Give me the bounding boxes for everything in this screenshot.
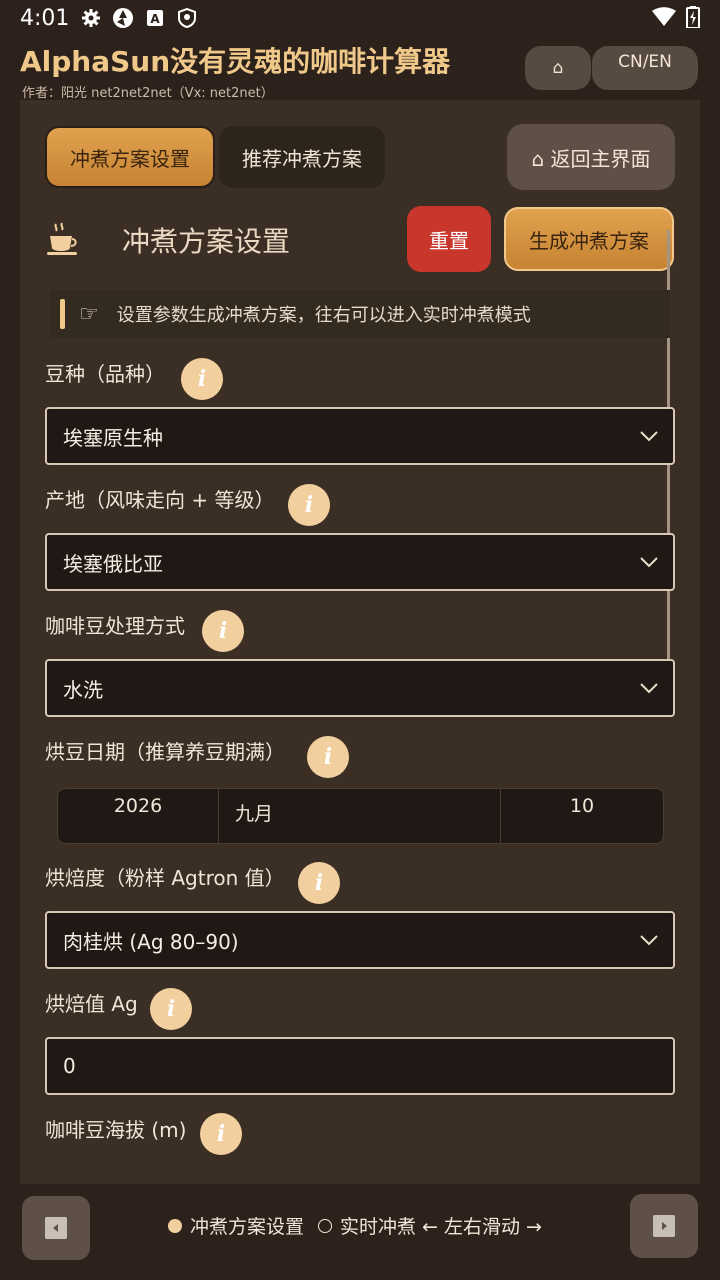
app-title: AlphaSun没有灵魂的咖啡计算器 xyxy=(20,45,451,78)
roast-ag-input[interactable]: 0 xyxy=(45,1037,675,1095)
hint-text: 设置参数生成冲煮方案，往右可以进入实时冲煮模式 xyxy=(116,305,531,326)
battery-icon xyxy=(686,6,700,28)
next-arrow-icon xyxy=(653,1215,675,1237)
chevron-down-icon xyxy=(640,557,658,568)
tab-recommended-plan[interactable]: 推荐冲煮方案 xyxy=(219,126,385,188)
origin-label: 产地（风味走向 + 等级） xyxy=(45,488,275,512)
variety-label: 豆种（品种） xyxy=(45,362,165,386)
page-dot-inactive xyxy=(318,1218,333,1233)
prev-page-button[interactable] xyxy=(22,1196,90,1260)
status-right xyxy=(652,6,700,28)
variety-select[interactable]: 埃塞原生种 xyxy=(45,407,675,465)
shutter-icon xyxy=(112,7,134,29)
variety-value: 埃塞原生种 xyxy=(63,425,163,450)
prev-arrow-icon xyxy=(45,1217,67,1239)
generate-plan-button[interactable]: 生成冲煮方案 xyxy=(504,207,674,271)
status-icons: A xyxy=(80,7,198,29)
section-title: 冲煮方案设置 xyxy=(122,225,291,258)
settings-icon xyxy=(80,7,102,29)
roast-year[interactable]: 2026 xyxy=(58,789,218,843)
roast-level-label: 烘焙度（粉样 Agtron 值） xyxy=(45,866,285,890)
wifi-icon xyxy=(652,7,676,26)
reset-button[interactable]: 重置 xyxy=(407,206,491,272)
page1-label: 冲煮方案设置 xyxy=(190,1216,305,1238)
tab-brew-settings[interactable]: 冲煮方案设置 xyxy=(45,126,215,188)
roast-level-select[interactable]: 肉桂烘 (Ag 80–90) xyxy=(45,911,675,969)
next-page-button[interactable] xyxy=(630,1194,698,1258)
process-value: 水洗 xyxy=(63,677,103,702)
page-indicator: 冲煮方案设置 实时冲煮 ← 左右滑动 → xyxy=(168,1212,542,1239)
roast-level-info-icon[interactable]: i xyxy=(298,862,340,904)
chevron-down-icon xyxy=(640,683,658,694)
process-select[interactable]: 水洗 xyxy=(45,659,675,717)
roast-ag-info-icon[interactable]: i xyxy=(150,988,192,1030)
chevron-down-icon xyxy=(640,431,658,442)
roast-month[interactable]: 九月 xyxy=(218,789,501,843)
hint-banner: ☞ 设置参数生成冲煮方案，往右可以进入实时冲煮模式 xyxy=(50,290,670,338)
page2-label: 实时冲煮 xyxy=(340,1216,417,1238)
home-icon: ⌂ xyxy=(552,58,564,78)
origin-select[interactable]: 埃塞俄比亚 xyxy=(45,533,675,591)
author-credit: 作者：阳光 net2net2net（Vx: net2net） xyxy=(22,86,274,101)
home-button[interactable]: ⌂ xyxy=(525,46,591,90)
variety-info-icon[interactable]: i xyxy=(181,358,223,400)
roast-date-picker[interactable]: 2026 九月 10 xyxy=(57,788,664,844)
roast-ag-label: 烘焙值 Ag xyxy=(45,992,138,1016)
chevron-down-icon xyxy=(640,935,658,946)
process-label: 咖啡豆处理方式 xyxy=(45,614,185,638)
page-dot-active xyxy=(168,1218,182,1233)
process-info-icon[interactable]: i xyxy=(202,610,244,652)
roast-day[interactable]: 10 xyxy=(501,789,663,843)
roast-date-info-icon[interactable]: i xyxy=(307,736,349,778)
shield-icon xyxy=(176,7,198,29)
origin-info-icon[interactable]: i xyxy=(288,484,330,526)
status-bar: 4:01 A xyxy=(0,0,720,36)
coffee-cup-icon xyxy=(46,222,80,258)
hint-accent-bar xyxy=(60,299,65,329)
footer-nav: 冲煮方案设置 实时冲煮 ← 左右滑动 → xyxy=(0,1184,720,1280)
svg-text:A: A xyxy=(150,12,160,26)
roast-date-label: 烘豆日期（推算养豆期满） xyxy=(45,740,285,764)
keyboard-a-icon: A xyxy=(144,7,166,29)
status-time: 4:01 xyxy=(20,6,70,31)
pointing-hand-icon: ☞ xyxy=(79,301,99,327)
language-toggle-button[interactable]: CN/EN xyxy=(592,46,698,90)
roast-ag-value: 0 xyxy=(63,1054,76,1078)
roast-level-value: 肉桂烘 (Ag 80–90) xyxy=(63,929,239,954)
swipe-hint: ← 左右滑动 → xyxy=(422,1216,542,1238)
settings-panel: 冲煮方案设置 推荐冲煮方案 ⌂ 返回主界面 冲煮方案设置 重置 生成冲煮方案 ☞… xyxy=(20,100,700,1184)
origin-value: 埃塞俄比亚 xyxy=(63,551,163,576)
back-to-main-button[interactable]: ⌂ 返回主界面 xyxy=(507,124,675,190)
altitude-label: 咖啡豆海拔 (m) xyxy=(45,1118,187,1142)
altitude-info-icon[interactable]: i xyxy=(200,1113,242,1155)
